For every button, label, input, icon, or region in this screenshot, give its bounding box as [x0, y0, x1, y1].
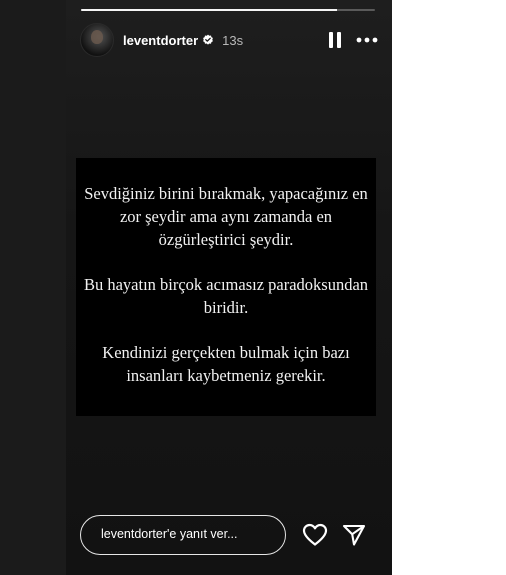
page: leventdorter 13s Sevdiğiniz birini bırak…: [0, 0, 506, 575]
verified-badge-icon: [202, 34, 214, 46]
story-viewer: leventdorter 13s Sevdiğiniz birini bırak…: [66, 0, 392, 575]
story-paragraph-2: Bu hayatın birçok acımasız paradoksundan…: [83, 275, 369, 317]
post-time: 13s: [222, 32, 244, 48]
heart-icon[interactable]: [302, 523, 328, 547]
white-side-panel: [392, 0, 506, 575]
send-icon[interactable]: [342, 523, 366, 547]
story-paragraph-1: Sevdiğiniz birini bırakmak, yapacağınız …: [84, 184, 368, 249]
reply-input[interactable]: leventdorter'e yanıt ver...: [80, 515, 286, 555]
story-progress-fill: [81, 9, 337, 11]
story-text: Sevdiğiniz birini bırakmak, yapacağınız …: [76, 182, 376, 409]
avatar[interactable]: [80, 23, 114, 57]
pause-icon[interactable]: [326, 31, 344, 49]
story-text-card: Sevdiğiniz birini bırakmak, yapacağınız …: [76, 158, 376, 416]
username[interactable]: leventdorter: [123, 33, 198, 48]
story-header: leventdorter 13s: [80, 23, 380, 57]
more-options-icon[interactable]: [356, 31, 378, 49]
story-paragraph-3: Kendinizi gerçekten bulmak için bazı ins…: [102, 343, 350, 385]
story-progress-bar: [81, 9, 375, 11]
